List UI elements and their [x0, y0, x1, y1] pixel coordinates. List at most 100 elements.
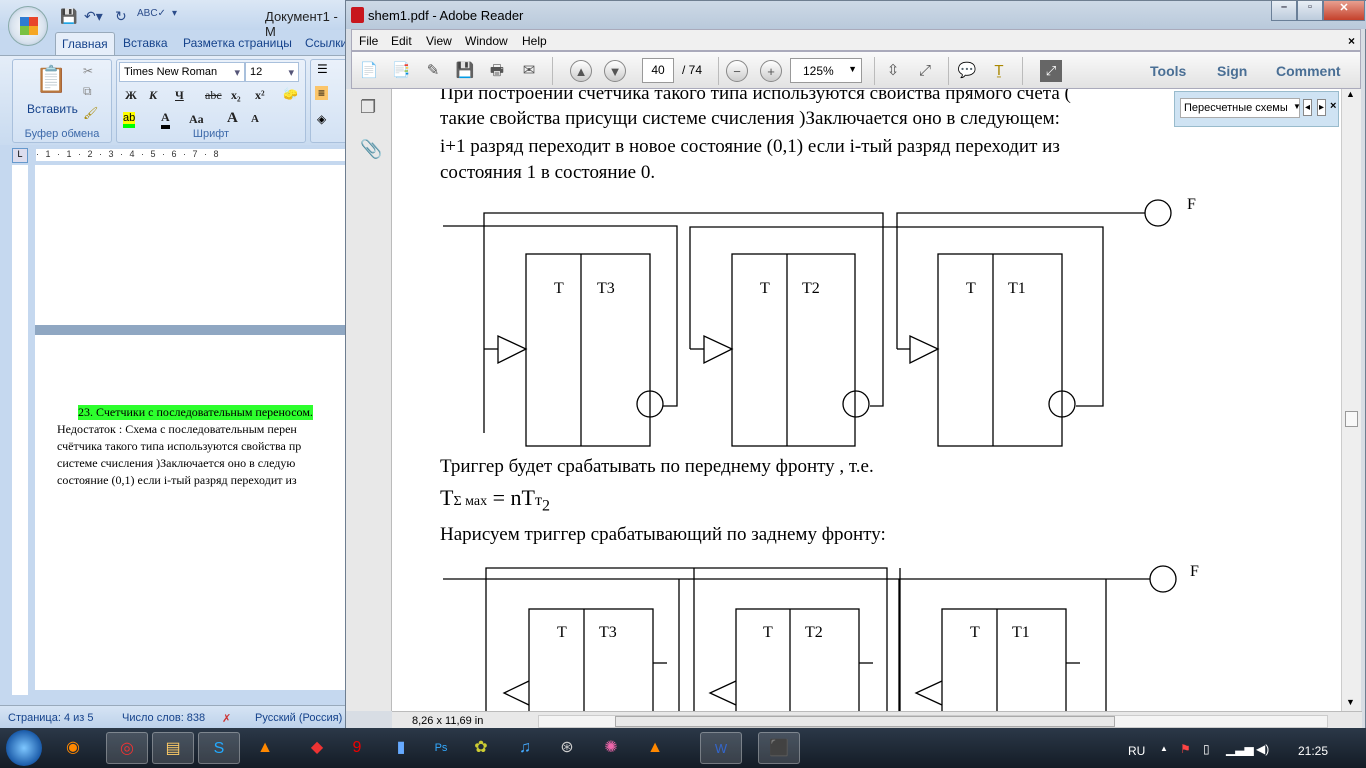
paste-icon[interactable]: 📋: [35, 64, 67, 95]
page-count[interactable]: Страница: 4 из 5: [8, 712, 94, 724]
create-pdf-icon[interactable]: 📑: [390, 60, 412, 82]
vertical-scrollbar[interactable]: ▲ ▼: [1341, 89, 1361, 711]
clear-format-icon[interactable]: 🧽: [283, 87, 298, 101]
full-screen-icon[interactable]: ⤢: [1040, 60, 1062, 82]
app-icon[interactable]: ▮: [380, 732, 422, 764]
menu-window[interactable]: Window: [465, 34, 508, 48]
underline-button[interactable]: Ч: [175, 88, 184, 103]
tab-references[interactable]: Ссылки: [305, 36, 347, 50]
matlab-icon[interactable]: ▲: [244, 732, 286, 764]
itunes-icon[interactable]: ♫: [504, 732, 546, 764]
strikethrough-button[interactable]: abc: [205, 88, 222, 103]
close-find-icon[interactable]: ×: [1330, 100, 1336, 112]
start-button[interactable]: [6, 730, 42, 766]
print-icon[interactable]: 🖶: [486, 60, 508, 82]
tools-button[interactable]: Tools: [1150, 63, 1186, 79]
copy-icon[interactable]: ⧉: [83, 84, 92, 99]
show-hidden-icons[interactable]: ▲: [1160, 744, 1168, 753]
zoom-select[interactable]: 125% ▼: [790, 58, 862, 83]
find-previous-icon[interactable]: ◂: [1303, 99, 1313, 116]
menu-file[interactable]: File: [359, 34, 378, 48]
pages-icon[interactable]: ❐: [360, 97, 376, 118]
maximize-button[interactable]: ▫: [1297, 1, 1323, 21]
paste-button[interactable]: Вставить: [27, 102, 78, 116]
scroll-down-icon[interactable]: ▼: [1346, 697, 1355, 707]
language-indicator[interactable]: RU: [1128, 744, 1145, 758]
app-9-icon[interactable]: 9: [336, 732, 378, 764]
open-icon[interactable]: 📄: [358, 60, 380, 82]
find-input[interactable]: Пересчетные схемы: [1180, 98, 1300, 118]
save-icon[interactable]: 💾: [454, 60, 476, 82]
close-doc-icon[interactable]: ×: [1348, 34, 1355, 48]
scroll-up-icon[interactable]: ▲: [1346, 89, 1355, 99]
font-name-select[interactable]: Times New Roman ▾: [119, 62, 245, 82]
word-taskbar-icon[interactable]: W: [700, 732, 742, 764]
app-icon[interactable]: ◆: [296, 732, 338, 764]
qat-customize-icon[interactable]: ▾: [172, 8, 177, 19]
app-icon[interactable]: ✿: [460, 732, 502, 764]
tab-selector-icon[interactable]: L: [12, 148, 28, 163]
app-icon[interactable]: ⊛: [546, 732, 588, 764]
superscript-button[interactable]: x²: [255, 88, 265, 103]
cut-icon[interactable]: ✂: [83, 64, 93, 78]
page-number-input[interactable]: 40: [642, 58, 674, 83]
zoom-in-icon[interactable]: +: [760, 60, 782, 82]
align-left-icon[interactable]: ≡: [315, 86, 329, 100]
grow-font-button[interactable]: A: [227, 110, 238, 127]
fit-page-icon[interactable]: ⇳: [882, 60, 904, 82]
format-painter-icon[interactable]: 🖌: [83, 106, 98, 120]
tab-page-layout[interactable]: Разметка страницы: [183, 36, 292, 50]
firefox-icon[interactable]: ◉: [52, 732, 94, 764]
previous-page-icon[interactable]: ▲: [570, 60, 592, 82]
highlight-text-icon[interactable]: Ṯ: [988, 60, 1010, 82]
power-icon[interactable]: ▯: [1203, 742, 1210, 756]
fit-width-icon[interactable]: ⤢: [914, 60, 936, 82]
spellcheck-icon[interactable]: ABC✓: [137, 8, 166, 19]
action-center-icon[interactable]: ⚑: [1180, 742, 1191, 756]
tab-home[interactable]: Главная: [55, 32, 115, 55]
zoom-out-icon[interactable]: −: [726, 60, 748, 82]
menu-help[interactable]: Help: [522, 34, 547, 48]
photoshop-icon[interactable]: Ps: [420, 732, 462, 764]
menu-edit[interactable]: Edit: [391, 34, 412, 48]
undo-icon[interactable]: ↶▾: [84, 8, 103, 25]
chrome-icon[interactable]: ◎: [106, 732, 148, 764]
change-case-button[interactable]: Aa: [189, 112, 204, 127]
menu-view[interactable]: View: [426, 34, 452, 48]
sign-button[interactable]: Sign: [1217, 63, 1247, 79]
proofing-icon[interactable]: ✗: [222, 712, 231, 725]
scrollbar-thumb[interactable]: [1345, 411, 1358, 427]
picasa-icon[interactable]: ✺: [590, 732, 632, 764]
find-next-icon[interactable]: ▸: [1317, 99, 1327, 116]
pdf-page[interactable]: При построении счётчика такого типа испо…: [392, 89, 1341, 711]
comment-icon[interactable]: 💬: [956, 60, 978, 82]
clock[interactable]: 21:25: [1298, 744, 1328, 758]
word-count[interactable]: Число слов: 838: [122, 712, 205, 724]
word-page-current[interactable]: [35, 335, 350, 690]
highlight-icon[interactable]: ab: [123, 112, 136, 128]
language-indicator[interactable]: Русский (Россия): [255, 712, 342, 724]
tab-insert[interactable]: Вставка: [123, 36, 168, 50]
explorer-icon[interactable]: ▤: [152, 732, 194, 764]
save-icon[interactable]: 💾: [60, 8, 77, 25]
horizontal-ruler[interactable]: · 1 · 1 · 2 · 3 · 4 · 5 · 6 · 7 · 8: [36, 149, 350, 161]
vlc-icon[interactable]: ▲: [634, 732, 676, 764]
edit-icon[interactable]: ✎: [422, 60, 444, 82]
bullets-icon[interactable]: ☰: [317, 62, 328, 76]
network-icon[interactable]: ▁▃▅: [1226, 742, 1254, 756]
bold-button[interactable]: Ж: [125, 88, 137, 103]
skype-icon[interactable]: S: [198, 732, 240, 764]
next-page-icon[interactable]: ▼: [604, 60, 626, 82]
italic-button[interactable]: К: [149, 88, 157, 103]
font-color-icon[interactable]: A: [161, 110, 170, 129]
close-button[interactable]: ✕: [1323, 1, 1365, 21]
attachments-icon[interactable]: 📎: [360, 139, 382, 160]
subscript-button[interactable]: x₂: [231, 88, 241, 103]
adobe-reader-taskbar-icon[interactable]: ⬛: [758, 732, 800, 764]
comment-button[interactable]: Comment: [1276, 63, 1341, 79]
horizontal-scrollbar[interactable]: [538, 715, 1328, 728]
find-options-icon[interactable]: ▼: [1293, 102, 1301, 111]
shading-icon[interactable]: ◈: [317, 112, 326, 126]
horizontal-scrollbar-thumb[interactable]: [615, 716, 1115, 727]
email-icon[interactable]: ✉: [518, 60, 540, 82]
